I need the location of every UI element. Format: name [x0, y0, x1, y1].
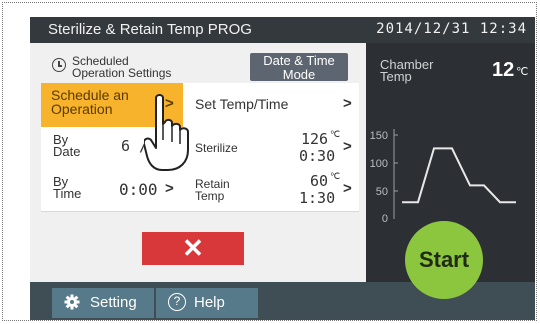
help-button[interactable]: ? Help: [156, 288, 258, 318]
temperature-profile-line: [402, 147, 516, 204]
chevron-right-icon: >: [343, 138, 352, 155]
pointing-hand-icon: [144, 94, 189, 171]
setting-button[interactable]: Setting: [52, 288, 154, 318]
chevron-right-icon: >: [165, 180, 174, 197]
sterilize-time: 0:30: [299, 147, 336, 165]
retain-temp-value: 60: [310, 172, 329, 190]
close-icon: ✕: [182, 233, 204, 263]
y-tick-label: 100: [370, 158, 388, 170]
date-time-display: 2014/12/31 12:34: [376, 21, 527, 37]
cancel-button[interactable]: ✕: [142, 232, 244, 265]
sterilize-unit: ℃: [330, 130, 341, 140]
retain-temp-setting-button[interactable]: Retain Temp 60 ℃ 1:30 >: [183, 169, 359, 212]
temperature-profile-chart: 150 100 50 0: [370, 129, 516, 225]
retain-time: 1:30: [299, 189, 336, 207]
title-bar: Sterilize & Retain Temp PROG 2014/12/31 …: [30, 17, 535, 43]
help-icon: ?: [168, 293, 186, 311]
date-time-mode-button[interactable]: Date & Time Mode: [250, 53, 348, 81]
by-time-button[interactable]: By Time 0:00 >: [41, 169, 183, 212]
by-time-value: 0:00: [119, 180, 158, 199]
clock-icon: [52, 58, 66, 72]
program-title: Sterilize & Retain Temp PROG: [48, 21, 252, 38]
scheduled-operation-settings-label: Scheduled Operation Settings: [52, 55, 228, 79]
chamber-temp-value: 12: [492, 59, 515, 81]
chevron-right-icon: >: [343, 180, 352, 197]
chamber-temp-label: Chamber Temp: [380, 57, 434, 84]
set-temp-time-button[interactable]: Set Temp/Time >: [183, 83, 359, 128]
y-tick-label: 50: [376, 186, 388, 198]
sterilize-setting-button[interactable]: Sterilize 126 ℃ 0:30 >: [183, 127, 359, 170]
chamber-temp-unit: ℃: [516, 66, 529, 78]
chevron-right-icon: >: [343, 95, 352, 112]
gear-icon: [64, 294, 80, 310]
y-tick-label: 150: [370, 130, 388, 142]
sterilize-temp: 126: [301, 130, 329, 148]
retain-temp-unit: ℃: [330, 172, 341, 182]
start-button[interactable]: Start: [405, 221, 483, 299]
y-tick-label: 0: [382, 213, 388, 225]
